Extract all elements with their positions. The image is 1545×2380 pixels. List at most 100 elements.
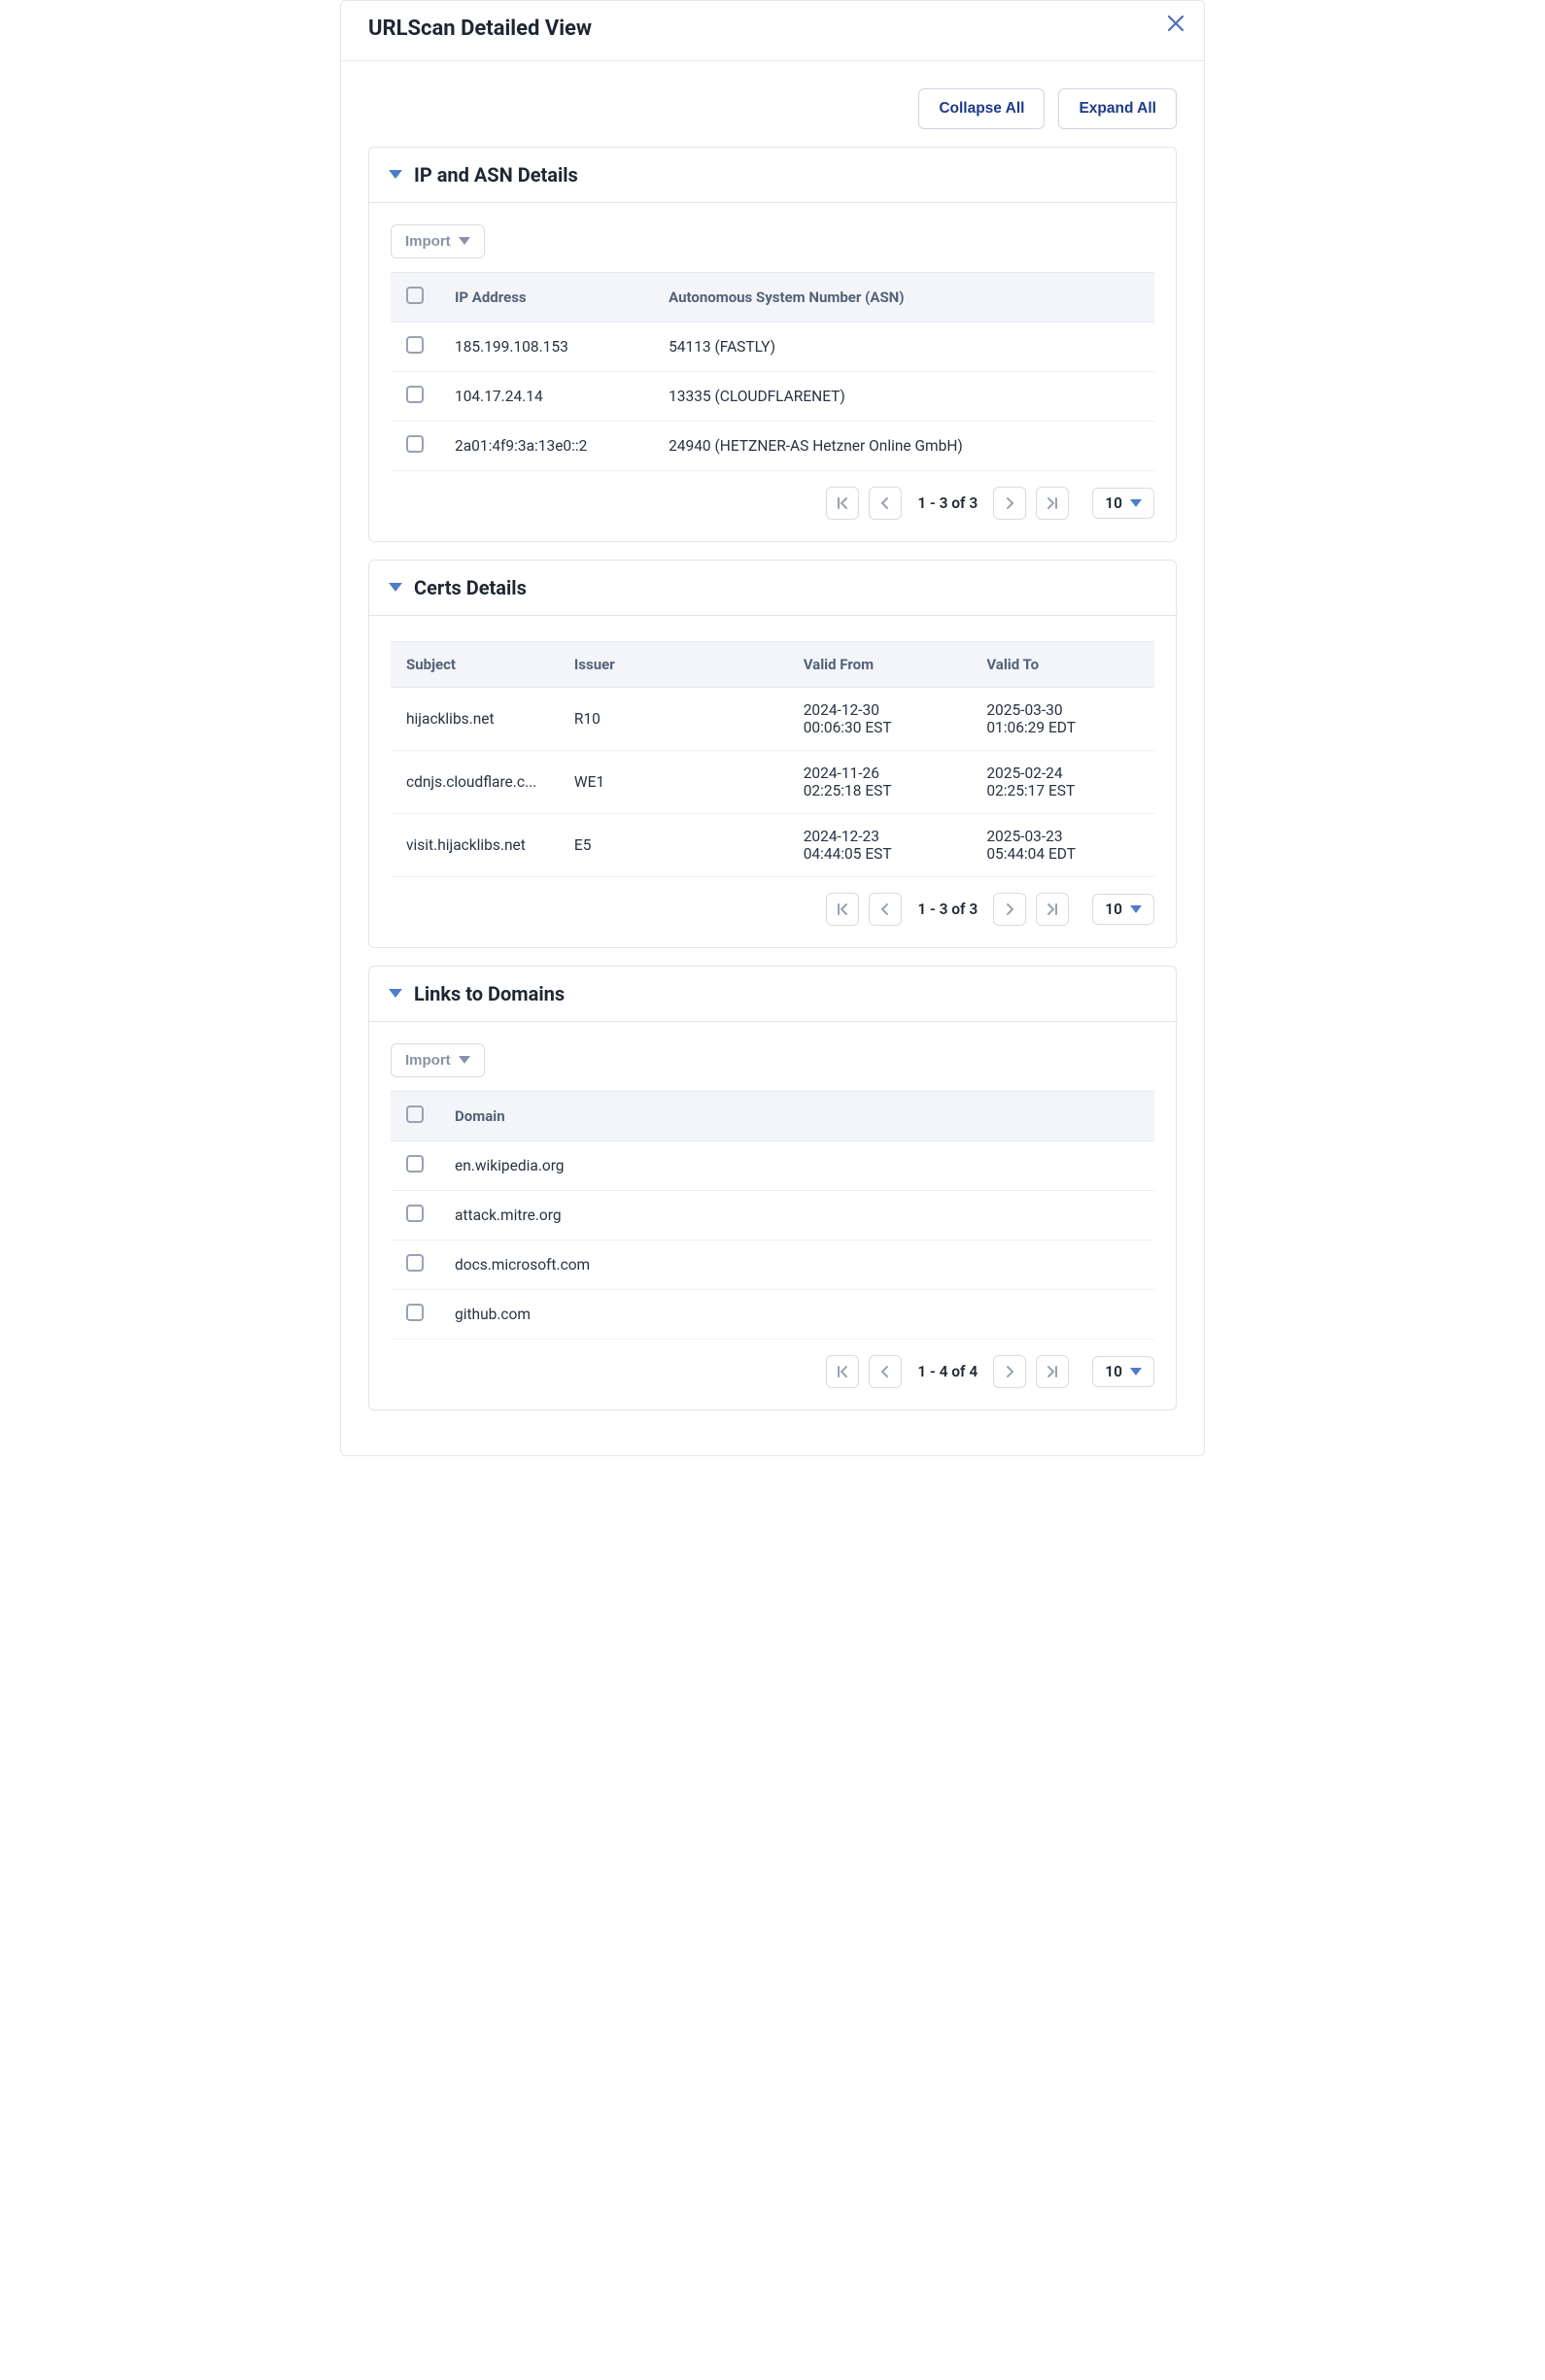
- collapse-all-button[interactable]: Collapse All: [918, 88, 1045, 129]
- cell-valid-from: 2024-11-26 02:25:18 EST: [788, 751, 972, 814]
- panel-header-certs[interactable]: Certs Details: [369, 561, 1176, 616]
- pager-last-button[interactable]: [1036, 487, 1069, 520]
- col-ip-address: IP Address: [439, 273, 653, 323]
- pager-range-text: 1 - 4 of 4: [911, 1363, 983, 1380]
- modal-title: URLScan Detailed View: [368, 17, 592, 41]
- chevron-down-icon: [389, 583, 402, 593]
- cell-subject: hijacklibs.net: [391, 688, 559, 751]
- chevron-down-icon: [1130, 499, 1142, 508]
- pager-ip-asn: 1 - 3 of 3 10: [391, 487, 1154, 520]
- row-checkbox[interactable]: [406, 435, 424, 453]
- cell-issuer: WE1: [559, 751, 788, 814]
- cell-subject: visit.hijacklibs.net: [391, 814, 559, 877]
- date-line-1: 2025-03-23: [986, 828, 1139, 845]
- cell-domain: github.com: [439, 1290, 1154, 1340]
- panel-links: Links to Domains Import Domain: [368, 966, 1177, 1411]
- pager-last-button[interactable]: [1036, 1355, 1069, 1388]
- panel-body-links: Import Domain: [369, 1022, 1176, 1410]
- cell-issuer: E5: [559, 814, 788, 877]
- page-size-select[interactable]: 10: [1092, 894, 1154, 925]
- last-page-icon: [1045, 1364, 1060, 1379]
- table-row: docs.microsoft.com: [391, 1241, 1154, 1290]
- pager-first-button[interactable]: [826, 893, 859, 926]
- date-line-1: 2024-11-26: [804, 765, 956, 782]
- close-button[interactable]: [1163, 11, 1188, 36]
- expand-all-button[interactable]: Expand All: [1058, 88, 1177, 129]
- date-line-2: 00:06:30 EST: [804, 719, 956, 736]
- pager-range-text: 1 - 3 of 3: [911, 901, 983, 918]
- chevron-right-icon: [1002, 1364, 1017, 1379]
- page-size-value: 10: [1105, 901, 1122, 918]
- col-subject: Subject: [391, 642, 559, 688]
- chevron-down-icon: [389, 170, 402, 180]
- cell-subject: cdnjs.cloudflare.c...: [391, 751, 559, 814]
- certs-table: Subject Issuer Valid From Valid To hijac…: [391, 641, 1154, 877]
- pager-certs: 1 - 3 of 3 10: [391, 893, 1154, 926]
- panel-body-ip-asn: Import IP Address Autonomous System Numb…: [369, 203, 1176, 541]
- table-row: hijacklibs.net R10 2024-12-30 00:06:30 E…: [391, 688, 1154, 751]
- cell-ip: 104.17.24.14: [439, 372, 653, 422]
- row-checkbox[interactable]: [406, 386, 424, 403]
- panel-header-links[interactable]: Links to Domains: [369, 967, 1176, 1022]
- date-line-1: 2024-12-30: [804, 701, 956, 719]
- import-label: Import: [405, 233, 451, 250]
- select-all-checkbox[interactable]: [406, 287, 424, 304]
- chevron-down-icon: [459, 1056, 470, 1065]
- cell-asn: 54113 (FASTLY): [653, 323, 1154, 372]
- pager-next-button[interactable]: [993, 487, 1026, 520]
- page-size-select[interactable]: 10: [1092, 488, 1154, 519]
- chevron-down-icon: [389, 989, 402, 999]
- cell-ip: 185.199.108.153: [439, 323, 653, 372]
- pager-next-button[interactable]: [993, 1355, 1026, 1388]
- select-all-header: [391, 1092, 439, 1141]
- cell-valid-from: 2024-12-23 04:44:05 EST: [788, 814, 972, 877]
- table-row: github.com: [391, 1290, 1154, 1340]
- row-checkbox[interactable]: [406, 336, 424, 354]
- cell-valid-from: 2024-12-30 00:06:30 EST: [788, 688, 972, 751]
- date-line-2: 01:06:29 EDT: [986, 719, 1139, 736]
- row-checkbox[interactable]: [406, 1205, 424, 1222]
- pager-first-button[interactable]: [826, 487, 859, 520]
- pager-prev-button[interactable]: [869, 893, 902, 926]
- import-button[interactable]: Import: [391, 224, 485, 258]
- cell-asn: 13335 (CLOUDFLARENET): [653, 372, 1154, 422]
- top-actions: Collapse All Expand All: [368, 88, 1177, 129]
- date-line-2: 05:44:04 EDT: [986, 845, 1139, 863]
- pager-first-button[interactable]: [826, 1355, 859, 1388]
- links-table: Domain en.wikipedia.org attack.mitre.org: [391, 1091, 1154, 1340]
- col-domain: Domain: [439, 1092, 1154, 1141]
- panel-title: Certs Details: [414, 576, 527, 599]
- cell-domain: en.wikipedia.org: [439, 1141, 1154, 1191]
- row-checkbox[interactable]: [406, 1254, 424, 1272]
- panel-body-certs: Subject Issuer Valid From Valid To hijac…: [369, 616, 1176, 947]
- row-select-cell: [391, 1141, 439, 1191]
- first-page-icon: [835, 495, 850, 511]
- import-button[interactable]: Import: [391, 1043, 485, 1077]
- close-icon: [1167, 15, 1184, 32]
- pager-last-button[interactable]: [1036, 893, 1069, 926]
- page-size-select[interactable]: 10: [1092, 1356, 1154, 1387]
- first-page-icon: [835, 1364, 850, 1379]
- row-checkbox[interactable]: [406, 1155, 424, 1173]
- date-line-2: 02:25:17 EST: [986, 782, 1139, 799]
- chevron-left-icon: [877, 901, 893, 917]
- pager-range-text: 1 - 3 of 3: [911, 494, 983, 512]
- panel-header-ip-asn[interactable]: IP and ASN Details: [369, 148, 1176, 203]
- pager-prev-button[interactable]: [869, 1355, 902, 1388]
- col-valid-from: Valid From: [788, 642, 972, 688]
- panel-title: Links to Domains: [414, 982, 565, 1005]
- pager-next-button[interactable]: [993, 893, 1026, 926]
- last-page-icon: [1045, 901, 1060, 917]
- row-select-cell: [391, 372, 439, 422]
- chevron-left-icon: [877, 1364, 893, 1379]
- date-line-2: 04:44:05 EST: [804, 845, 956, 863]
- row-select-cell: [391, 1290, 439, 1340]
- pager-prev-button[interactable]: [869, 487, 902, 520]
- table-row: visit.hijacklibs.net E5 2024-12-23 04:44…: [391, 814, 1154, 877]
- table-row: attack.mitre.org: [391, 1191, 1154, 1241]
- cell-domain: docs.microsoft.com: [439, 1241, 1154, 1290]
- cell-asn: 24940 (HETZNER-AS Hetzner Online GmbH): [653, 422, 1154, 471]
- select-all-checkbox[interactable]: [406, 1105, 424, 1123]
- row-checkbox[interactable]: [406, 1304, 424, 1321]
- import-label: Import: [405, 1052, 451, 1069]
